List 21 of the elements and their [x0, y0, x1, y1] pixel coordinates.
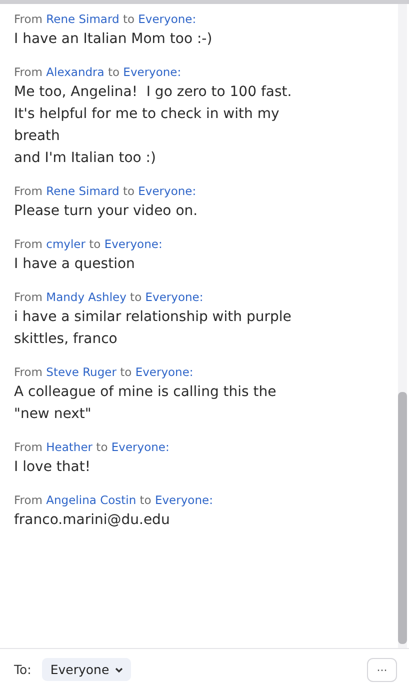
caret-icon [115, 666, 124, 672]
message-header: From Rene Simard to Everyone: [14, 11, 196, 28]
message-header: From Mandy Ashley to Everyone: [14, 289, 204, 306]
message-header: From Heather to Everyone: [14, 439, 170, 456]
message-header: From Rene Simard to Everyone: [14, 183, 196, 200]
message-text: franco.marini@du.edu [14, 511, 170, 530]
to-label: To: [14, 662, 32, 677]
recipient-dropdown[interactable]: Everyone [42, 658, 132, 681]
scrollbar-thumb[interactable] [398, 392, 407, 644]
message-text: A colleague of mine is calling this the "new next" [14, 383, 276, 424]
message-text: i have a similar relationship with purple skittles, franco [14, 308, 292, 349]
message-text: I love that! [14, 458, 90, 477]
message-header: From cmyler to Everyone: [14, 236, 162, 253]
message-text: I have a question [14, 255, 135, 274]
message-header: From Alexandra to Everyone: [14, 64, 182, 81]
message-header: From Angelina Costin to Everyone: [14, 492, 213, 509]
message-text: I have an Italian Mom too :-) [14, 30, 212, 49]
more-button[interactable]: ... [367, 658, 397, 682]
message-text: Me too, Angelina! I go zero to 100 fast. It's helpful for me to check in with my breath and I'm Italian too :) [14, 83, 292, 168]
message-text: Please turn your video on. [14, 202, 198, 221]
message-header: From Steve Ruger to Everyone: [14, 364, 194, 381]
